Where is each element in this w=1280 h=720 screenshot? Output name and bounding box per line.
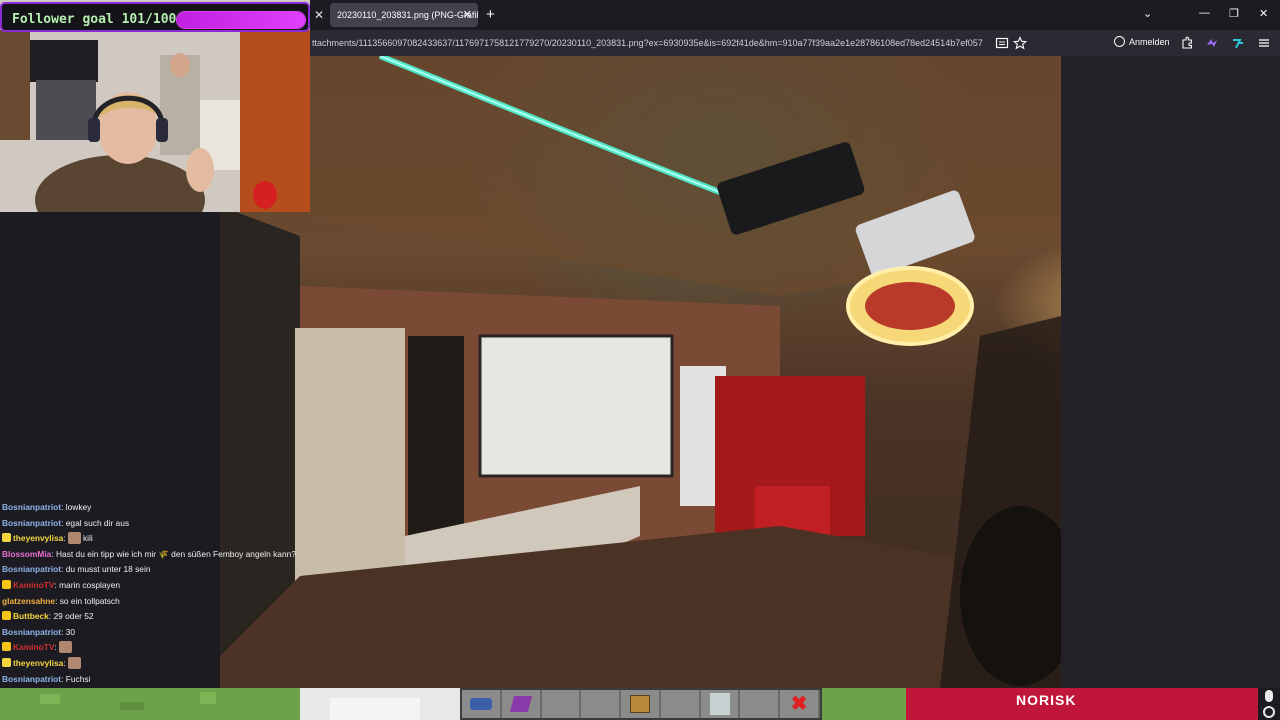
chat-username[interactable]: Bosnianpatriot [2,502,61,512]
chat-message: Bosnianpatriot: 30 [0,625,310,641]
reader-view-icon[interactable] [995,36,1009,50]
minimize-icon[interactable]: — [1199,7,1210,19]
book-icon [509,696,532,712]
url-field[interactable]: ttachments/1113566097082433637/117697175… [310,33,1034,53]
window-close-icon[interactable]: ✕ [1259,7,1268,20]
game-bottom-bar: ✖ NORISK [0,688,1280,720]
hamburger-icon[interactable] [1257,36,1271,50]
hotbar-slot[interactable] [502,690,542,718]
chat-message: KaminoTV: marin cosplayen [0,578,310,594]
follower-goal-fill [177,12,305,28]
room-photo-illustration [220,56,1061,688]
tab-image[interactable]: 20230110_203831.png (PNG-Grafik, ✕ [330,3,478,27]
chat-username[interactable]: Bosnianpatriot [2,674,61,684]
chat-username[interactable]: glatzensahne [2,596,55,606]
chat-username[interactable]: Buttbeck [13,611,49,621]
crown-badge-icon [2,611,11,621]
chat-text: Hast du ein tipp wie ich mir 🌾 den süßen… [56,548,296,559]
chat-username[interactable]: KaminoTV [13,580,54,590]
chat-username[interactable]: BlossomMia [2,549,51,559]
grass-blocks [0,688,460,720]
follower-goal-widget: Follower goal 101/100 [0,2,310,32]
hotbar-slot[interactable] [701,690,741,718]
hotbar-slot[interactable] [621,690,661,718]
chat-message: glatzensahne: so ein tollpatsch [0,594,310,610]
sign-in-button[interactable]: Anmelden [1114,36,1170,47]
glass-icon [709,693,730,715]
hotbar-slot[interactable] [740,690,781,718]
tab-close-icon[interactable]: ✕ [463,8,472,21]
hotbar-slot[interactable] [542,690,582,718]
hotbar-slot[interactable] [581,690,622,718]
sponsor-banner: NORISK [906,688,1280,720]
chat-text: marin cosplayen [59,579,121,590]
chat-text: 29 oder 52 [53,611,94,622]
maximize-icon[interactable]: ❐ [1229,7,1239,20]
chat-message: Buttbeck: 29 oder 52 [0,609,310,625]
follower-goal-label: Follower goal 101/100 [12,12,177,27]
chest-icon [630,695,651,713]
emote-icon [67,532,81,545]
mod-badge-icon [2,642,11,652]
extension-purple-icon[interactable] [1205,36,1219,50]
chat-username[interactable]: Bosnianpatriot [2,518,61,528]
room-photo[interactable] [220,56,1061,688]
chat-text: so ein tollpatsch [59,595,120,606]
hotbar-slot[interactable] [661,690,701,718]
chat-username[interactable]: KaminoTV [13,642,54,652]
chat-text: kili [82,533,93,544]
chat-text: Fuchsi [65,673,91,684]
chat-username[interactable]: Bosnianpatriot [2,564,61,574]
settings-icon[interactable] [1263,706,1275,718]
close-icon[interactable]: ✕ [312,6,326,24]
sign-in-label: Anmelden [1129,36,1170,47]
chat-username[interactable]: theyenvylisa [13,533,63,543]
chat-message: Bosnianpatriot: lowkey [0,500,310,516]
chat-username[interactable]: theyenvylisa [13,658,63,668]
screen: ✕ 20230110_203831.png (PNG-Grafik, ✕ + ⌄… [0,0,1280,720]
plus-icon[interactable]: + [486,6,495,24]
mic-icon[interactable] [1265,690,1273,702]
chat-message: Bosnianpatriot: du musst unter 18 sein [0,562,310,578]
tab-title: 20230110_203831.png (PNG-Grafik, [337,10,478,20]
puzzle-icon[interactable] [1180,36,1194,50]
chat-message: BlossomMia: Hast du ein tipp wie ich mir… [0,547,310,563]
emote-icon [67,656,81,669]
chevron-down-icon[interactable]: ⌄ [1143,7,1152,20]
barrier-icon: ✖ [790,693,808,715]
chat-message: KaminoTV: [0,640,310,656]
chat-message: Bosnianpatriot: egal such dir aus [0,516,310,532]
emote-icon [59,641,73,654]
account-icon [1114,36,1125,47]
hotbar-slot[interactable]: ✖ [780,690,821,718]
chat-message: theyenvylisa: [0,656,310,672]
chat-text: du musst unter 18 sein [65,564,151,575]
chat-overlay: Bosnianpatriot: lowkey Bosnianpatriot: eg… [0,500,310,720]
sponsor-text: NORISK [1016,692,1077,708]
chat-text: 30 [65,626,76,637]
hotbar-slot[interactable] [462,690,502,718]
sword-badge-icon [2,657,11,667]
controller-icon [469,698,492,710]
star-icon[interactable] [1013,36,1027,50]
extension-teal-icon[interactable] [1231,36,1245,50]
chat-username[interactable]: Bosnianpatriot [2,627,61,637]
chat-message: Bosnianpatriot: Fuchsi [0,672,310,688]
sword-badge-icon [2,533,11,543]
chat-message: theyenvylisa: kili [0,531,310,547]
hotbar: ✖ [460,688,822,720]
chat-text: egal such dir aus [65,517,130,528]
chat-text: lowkey [65,502,92,512]
follower-goal-bar [176,11,306,29]
mod-badge-icon [2,579,11,589]
